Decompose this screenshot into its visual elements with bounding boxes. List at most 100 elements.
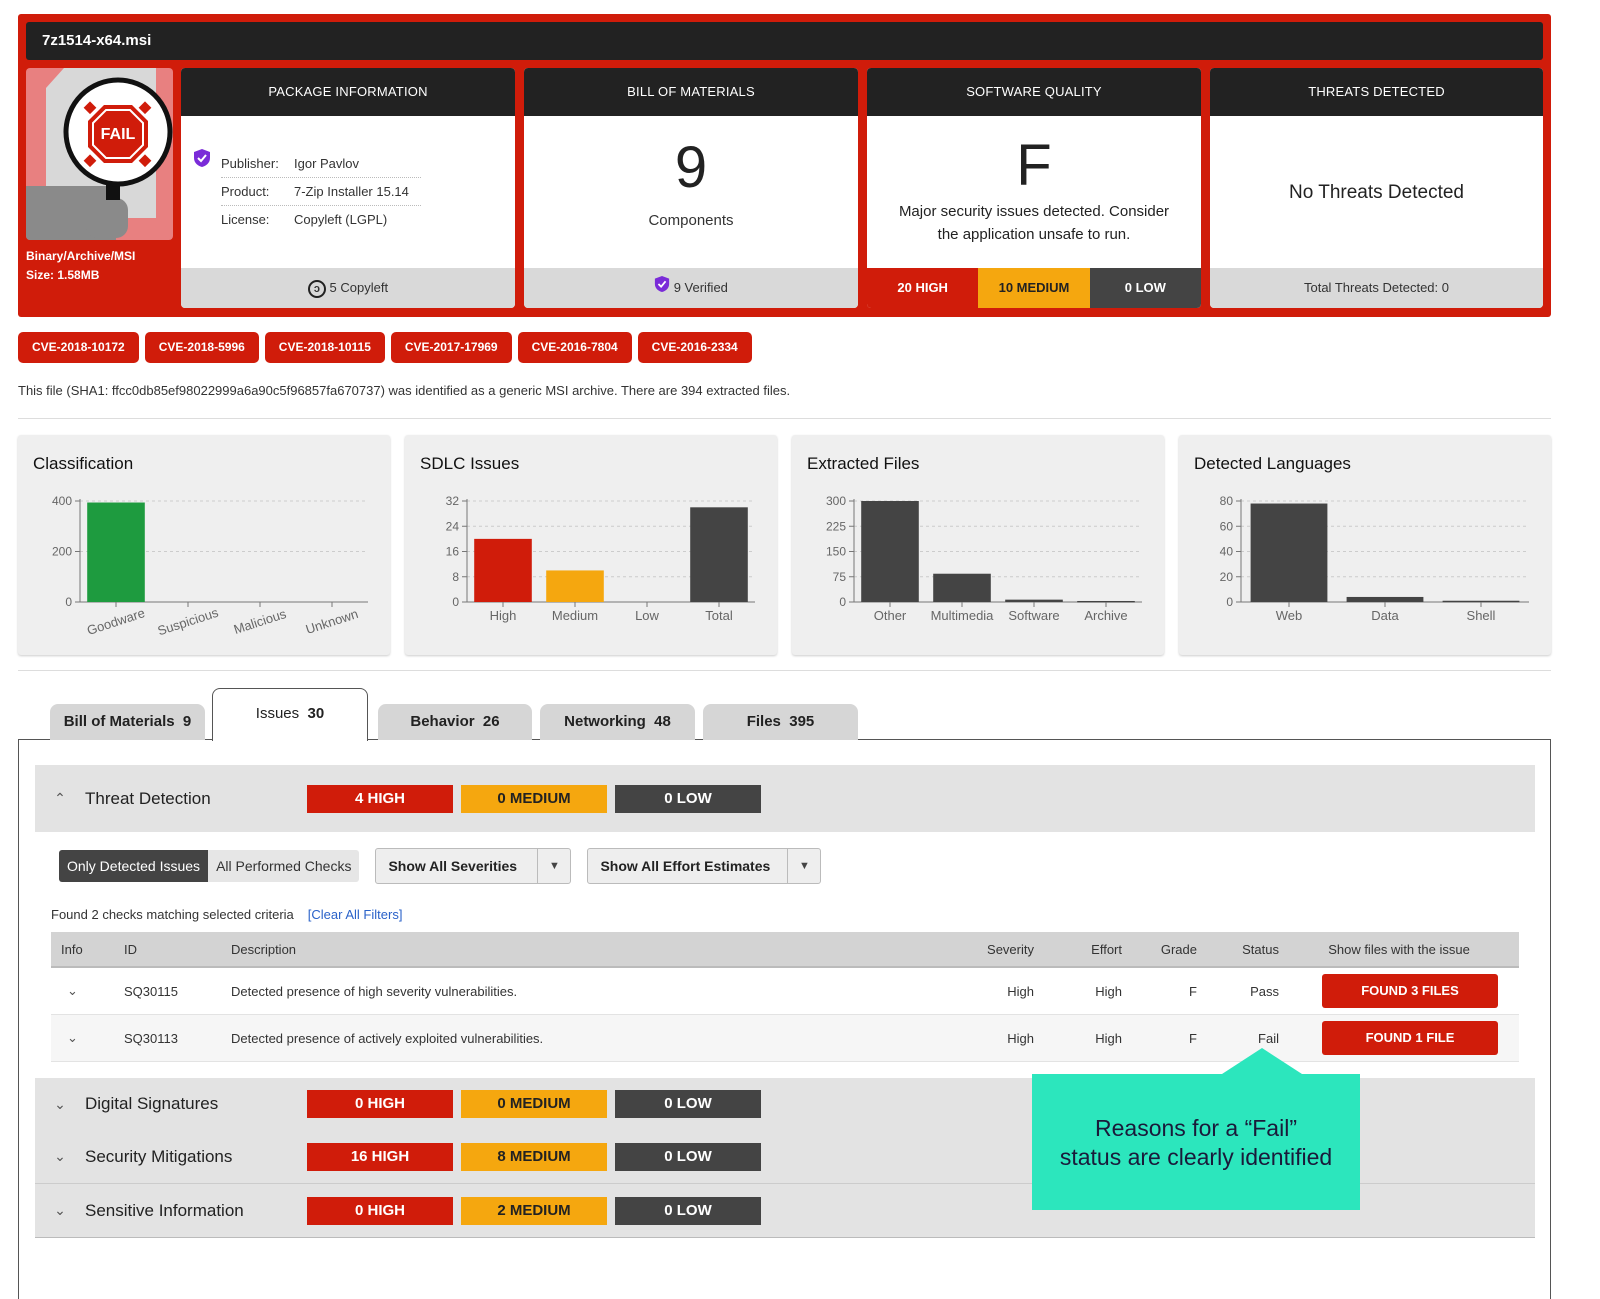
bar-software[interactable] (1005, 599, 1063, 602)
high-count[interactable]: 20 HIGH (867, 268, 979, 308)
component-count: 9 (674, 135, 708, 200)
bar-web[interactable] (1250, 503, 1328, 602)
fail-reason-callout: Reasons for a “Fail” status are clearly … (1032, 1048, 1360, 1210)
detected-toggle: Only Detected Issues All Performed Check… (59, 850, 360, 882)
high-badge: 4 HIGH (307, 784, 453, 813)
chart-title: Detected Languages (1194, 454, 1351, 473)
y-tick-label: 75 (833, 570, 847, 584)
table-row: ⌄ SQ30115 Detected presence of high seve… (51, 968, 1519, 1015)
publisher-row: Publisher: Igor Pavlov (221, 150, 421, 178)
x-tick-label: Medium (552, 608, 598, 623)
found-files-button[interactable]: FOUND 3 FILES (1322, 974, 1498, 1008)
caret-down-icon: ▼ (799, 860, 810, 872)
section-title: Sensitive Information (85, 1200, 244, 1220)
cve-chip[interactable]: CVE-2016-2334 (637, 332, 752, 363)
tab-bill-of-materials[interactable]: Bill of Materials 9 (50, 704, 205, 740)
severity-dropdown[interactable]: Show All Severities ▼ (375, 848, 572, 884)
x-tick-label: Shell (1467, 608, 1496, 623)
y-tick-label: 0 (65, 595, 72, 609)
quality-grade: F (1016, 133, 1052, 198)
copyleft-footer[interactable]: ↄ 5 Copyleft (181, 268, 515, 308)
low-count[interactable]: 0 LOW (1089, 268, 1201, 308)
software-quality-card: SOFTWARE QUALITY F Major security issues… (867, 68, 1201, 308)
extracted-files-chart: Extracted Files 0 75 150 225 300 Other Multimed… (792, 435, 1164, 655)
x-tick-label: Data (1371, 608, 1399, 623)
chevron-down-icon[interactable]: ⌄ (35, 1148, 85, 1165)
y-tick-label: 150 (826, 545, 846, 559)
high-badge: 0 HIGH (307, 1090, 453, 1118)
divider (18, 418, 1551, 419)
cve-chip[interactable]: CVE-2018-10115 (264, 332, 385, 363)
verified-shield-icon (654, 275, 670, 296)
classification-chart-svg: 0 200 400 Goodware Suspicious Malicious Unknow… (52, 494, 368, 639)
y-tick-label: 24 (446, 519, 460, 533)
bill-of-materials-card: BILL OF MATERIALS 9 Components 9 Verifie… (524, 68, 858, 308)
bar-multimedia[interactable] (933, 573, 991, 602)
cve-chip[interactable]: CVE-2016-7804 (517, 332, 632, 363)
divider (18, 670, 1551, 671)
bar-data[interactable] (1346, 596, 1424, 602)
x-tick-label: High (490, 608, 517, 623)
y-tick-label: 80 (1220, 494, 1234, 508)
bar-goodware[interactable] (87, 502, 145, 602)
chevron-down-icon[interactable]: ⌄ (35, 1202, 85, 1219)
x-tick-label: Archive (1084, 608, 1127, 623)
status: Fail (1258, 1030, 1279, 1046)
y-tick-label: 400 (52, 494, 72, 508)
y-tick-label: 16 (446, 545, 460, 559)
x-tick-label: Total (705, 608, 733, 623)
x-tick-label: Software (1008, 608, 1059, 623)
tab-files[interactable]: Files 395 (703, 704, 858, 740)
y-tick-label: 40 (1220, 545, 1234, 559)
cve-chip[interactable]: CVE-2017-17969 (390, 332, 512, 363)
cve-chip[interactable]: CVE-2018-10172 (18, 332, 139, 363)
medium-badge: 0 MEDIUM (461, 1090, 607, 1118)
chevron-down-icon[interactable]: ⌄ (51, 983, 124, 999)
bar-medium[interactable] (546, 570, 604, 602)
issues-table: Info ID Description Severity Effort Grad… (51, 932, 1519, 1062)
bar-other[interactable] (861, 501, 919, 602)
found-files-button[interactable]: FOUND 1 FILE (1322, 1021, 1498, 1055)
clear-filters-link[interactable]: [Clear All Filters] (308, 907, 403, 922)
caret-down-icon: ▼ (549, 860, 560, 872)
x-tick-label: Web (1276, 608, 1303, 623)
product-value: 7-Zip Installer 15.14 (294, 184, 409, 199)
y-tick-label: 200 (52, 545, 72, 559)
file-size: Size: 1.58MB (26, 268, 100, 282)
verified-footer[interactable]: 9 Verified (524, 268, 858, 308)
medium-badge: 0 MEDIUM (461, 784, 607, 813)
package-details: Publisher: Igor Pavlov Product: 7-Zip Inst… (221, 150, 421, 233)
product-row: Product: 7-Zip Installer 15.14 (221, 178, 421, 206)
high-badge: 0 HIGH (307, 1196, 453, 1225)
bar-total[interactable] (690, 507, 748, 602)
components-label: Components (648, 212, 734, 229)
y-tick-label: 32 (446, 494, 460, 508)
quality-severity-bar: 20 HIGH 10 MEDIUM 0 LOW (867, 268, 1201, 308)
bar-high[interactable] (474, 538, 532, 602)
tab-networking[interactable]: Networking 48 (540, 704, 695, 740)
tab-behavior[interactable]: Behavior 26 (378, 704, 532, 740)
y-tick-label: 225 (826, 519, 846, 533)
effort-dropdown[interactable]: Show All Effort Estimates ▼ (587, 848, 822, 884)
low-badge: 0 LOW (615, 1142, 761, 1171)
chevron-up-icon[interactable]: ⌃ (35, 790, 85, 807)
medium-count[interactable]: 10 MEDIUM (978, 268, 1090, 308)
only-detected-button[interactable]: Only Detected Issues (59, 850, 209, 882)
detected-languages-chart-svg: 0 20 40 60 80 Web Data Shell (1220, 494, 1529, 623)
section-title: Security Mitigations (85, 1146, 233, 1166)
card-title: THREATS DETECTED (1210, 68, 1543, 116)
all-checks-button[interactable]: All Performed Checks (208, 850, 359, 882)
x-tick-label: Malicious (232, 606, 289, 637)
fail-magnifier-icon: FAIL (26, 68, 173, 240)
chevron-down-icon[interactable]: ⌄ (51, 1030, 124, 1046)
cve-chip[interactable]: CVE-2018-5996 (144, 332, 259, 363)
x-tick-label: Suspicious (156, 605, 221, 639)
threats-message: No Threats Detected (1289, 182, 1464, 203)
issues-panel: ⌃ Threat Detection 4 HIGH 0 MEDIUM 0 LOW… (18, 739, 1551, 1299)
card-title: BILL OF MATERIALS (524, 68, 858, 116)
x-tick-label: Goodware (85, 605, 147, 638)
tab-issues[interactable]: Issues 30 (212, 688, 368, 741)
section-threat-detection[interactable]: ⌃ Threat Detection 4 HIGH 0 MEDIUM 0 LOW (35, 765, 1535, 832)
x-tick-label: Multimedia (931, 608, 995, 623)
chevron-down-icon[interactable]: ⌄ (35, 1096, 85, 1113)
